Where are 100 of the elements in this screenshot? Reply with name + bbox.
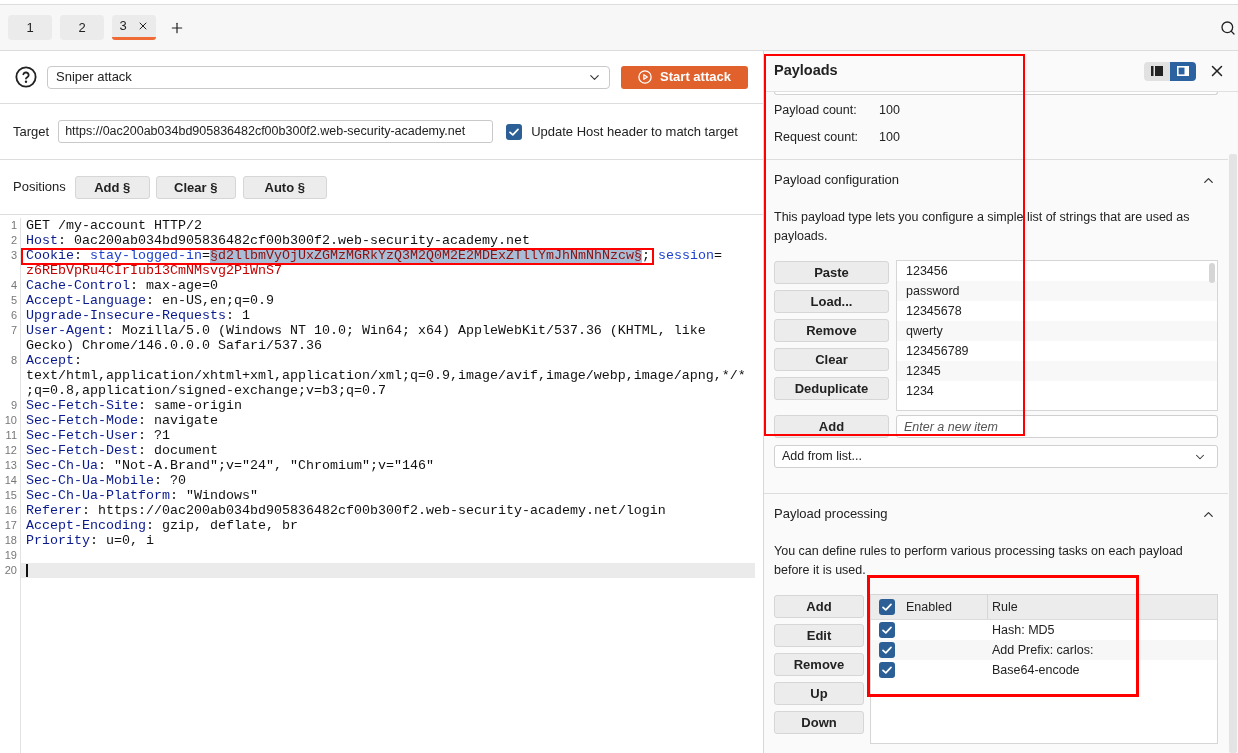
line-number: 6 (10, 308, 17, 323)
code-line: GET /my-account HTTP/2 (26, 218, 202, 233)
code-line: Upgrade-Insecure-Requests: 1 (26, 308, 250, 323)
new-item-field[interactable]: Enter a new item (896, 415, 1218, 438)
code-line: Cookie: stay-logged-in=§d2llbmVyOjUxZGMzMGRkYzQ3M2Q0M2E2MDExZTllYmJhNmNhNzcw§; session= (26, 248, 722, 263)
checkbox[interactable] (879, 662, 895, 678)
line-number: 11 (5, 428, 17, 443)
line-number: 13 (4, 458, 17, 473)
checkbox[interactable] (879, 642, 895, 658)
count-value: 100 (879, 129, 900, 147)
line-number: 7 (10, 323, 17, 338)
list-item[interactable]: 1234 (906, 381, 934, 401)
tab[interactable]: 1 (8, 15, 52, 40)
url-field[interactable]: https://0ac200ab034bd905836482cf00b300f2.web-security-academy.net (58, 120, 494, 143)
code-line: Referer: https://0ac200ab034bd905836482cf00b300f2.web-security-academy.net/login (26, 503, 666, 518)
list-item[interactable]: 12345 (906, 361, 941, 381)
line-number: 17 (4, 518, 17, 533)
line-number: 14 (4, 473, 17, 488)
line-number: 18 (4, 533, 17, 548)
line-number: 8 (10, 353, 17, 368)
code-line: ;q=0.8,application/signed-exchange;v=b3;q=0.7 (26, 383, 386, 398)
field-label: Target (13, 122, 50, 141)
line-number: 15 (4, 488, 17, 503)
panel-right-icon (1177, 66, 1189, 76)
code-line: Sec-Ch-Ua: "Not-A.Brand";v="24", "Chromium";v="146" (26, 458, 434, 473)
action-button[interactable]: Add § (74, 175, 150, 199)
list-item[interactable]: 123456789 (906, 341, 969, 361)
code-line: Priority: u=0, i (26, 533, 154, 548)
add-from-list-select[interactable]: Add from list... (774, 445, 1218, 468)
panel-title: Payloads (774, 61, 838, 81)
action-button[interactable]: Clear § (155, 175, 236, 199)
checkbox[interactable] (879, 599, 895, 615)
code-line: Sec-Ch-Ua-Platform: "Windows" (26, 488, 258, 503)
count-label: Request count: (774, 129, 860, 147)
section-title: Payload processing (774, 505, 888, 524)
panel-left-icon (1151, 66, 1163, 76)
list-item[interactable]: password (906, 281, 960, 301)
code-line: Sec-Fetch-Site: same-origin (26, 398, 242, 413)
count-value: 100 (879, 102, 900, 120)
start-attack-button[interactable]: Start attack (621, 65, 748, 89)
action-button[interactable]: Load... (774, 290, 889, 313)
action-button[interactable]: Add (774, 595, 864, 618)
code-line: Sec-Ch-Ua-Mobile: ?0 (26, 473, 186, 488)
line-number: 3 (10, 248, 17, 263)
checkbox[interactable] (506, 123, 523, 140)
action-button[interactable]: Paste (774, 261, 889, 284)
action-button[interactable]: Deduplicate (774, 377, 889, 400)
line-number: 1 (10, 218, 17, 233)
scrollbar[interactable] (1229, 154, 1237, 753)
line-number: 19 (4, 548, 17, 563)
help-icon[interactable] (15, 66, 37, 88)
action-button[interactable]: Add (774, 415, 889, 438)
scrollbar[interactable] (1209, 263, 1215, 283)
section-description: This payload type lets you configure a simple list of strings that are used as payloads. (773, 209, 1191, 245)
action-button[interactable]: Down (774, 711, 864, 734)
table-cell-text: Base64-encode (991, 661, 1080, 679)
action-button[interactable]: Clear (774, 348, 889, 371)
column-header[interactable]: Rule (992, 597, 1018, 617)
code-line: Sec-Fetch-Dest: document (26, 443, 218, 458)
code-line: Host: 0ac200ab034bd905836482cf00b300f2.web-security-academy.net (26, 233, 530, 248)
line-number: 20 (4, 563, 17, 578)
section-description: You can define rules to perform various processing tasks on each payload before it is used. (773, 543, 1184, 579)
section-label: Positions (13, 178, 66, 197)
layout-button[interactable] (1144, 61, 1170, 81)
checkbox[interactable] (879, 622, 895, 638)
attack-type-select[interactable]: Sniper attack (47, 65, 610, 89)
tab[interactable]: 2 (60, 15, 104, 40)
tab[interactable]: 3 (112, 15, 156, 40)
line-number: 9 (10, 398, 17, 413)
action-button[interactable]: Auto § (242, 175, 327, 199)
line-number: 5 (10, 293, 17, 308)
code-line: Cache-Control: max-age=0 (26, 278, 218, 293)
line-number: 4 (10, 278, 17, 293)
code-line: text/html,application/xhtml+xml,application/xml;q=0.9,image/avif,image/webp,image/apng,*/* (26, 368, 746, 383)
action-button[interactable]: Remove (774, 319, 889, 342)
table-cell-text: Add Prefix: carlos: (991, 641, 1094, 659)
column-header[interactable]: Enabled (906, 597, 952, 617)
search-icon[interactable] (1220, 19, 1236, 36)
action-button[interactable]: Up (774, 682, 864, 705)
layout-button[interactable] (1170, 61, 1196, 81)
table-cell-text: Hash: MD5 (991, 621, 1055, 639)
list-item[interactable]: 123456 (906, 261, 948, 281)
count-label: Payload count: (774, 102, 858, 120)
checkbox-label: Update Host header to match target (531, 122, 738, 141)
code-line: Accept-Encoding: gzip, deflate, br (26, 518, 298, 533)
list-item[interactable]: 12345678 (906, 301, 962, 321)
line-number: 2 (10, 233, 17, 248)
section-title: Payload configuration (774, 171, 900, 190)
code-line: User-Agent: Mozilla/5.0 (Windows NT 10.0; Win64; x64) AppleWebKit/537.36 (KHTML, like (26, 323, 706, 338)
play-circle-icon (638, 70, 653, 84)
code-line: Accept-Language: en-US,en;q=0.9 (26, 293, 274, 308)
list-item[interactable]: qwerty (906, 321, 943, 341)
code-line: Gecko) Chrome/146.0.0.0 Safari/537.36 (26, 338, 322, 353)
line-number: 16 (4, 503, 17, 518)
code-line: z6REbVpRu4CIrIub13CmNMsvg2PiWnS7 (26, 263, 282, 278)
action-button[interactable]: Remove (774, 653, 864, 676)
action-button[interactable]: Edit (774, 624, 864, 647)
code-line: Sec-Fetch-User: ?1 (26, 428, 170, 443)
code-line: Accept: (26, 353, 82, 368)
line-number: 10 (4, 413, 17, 428)
